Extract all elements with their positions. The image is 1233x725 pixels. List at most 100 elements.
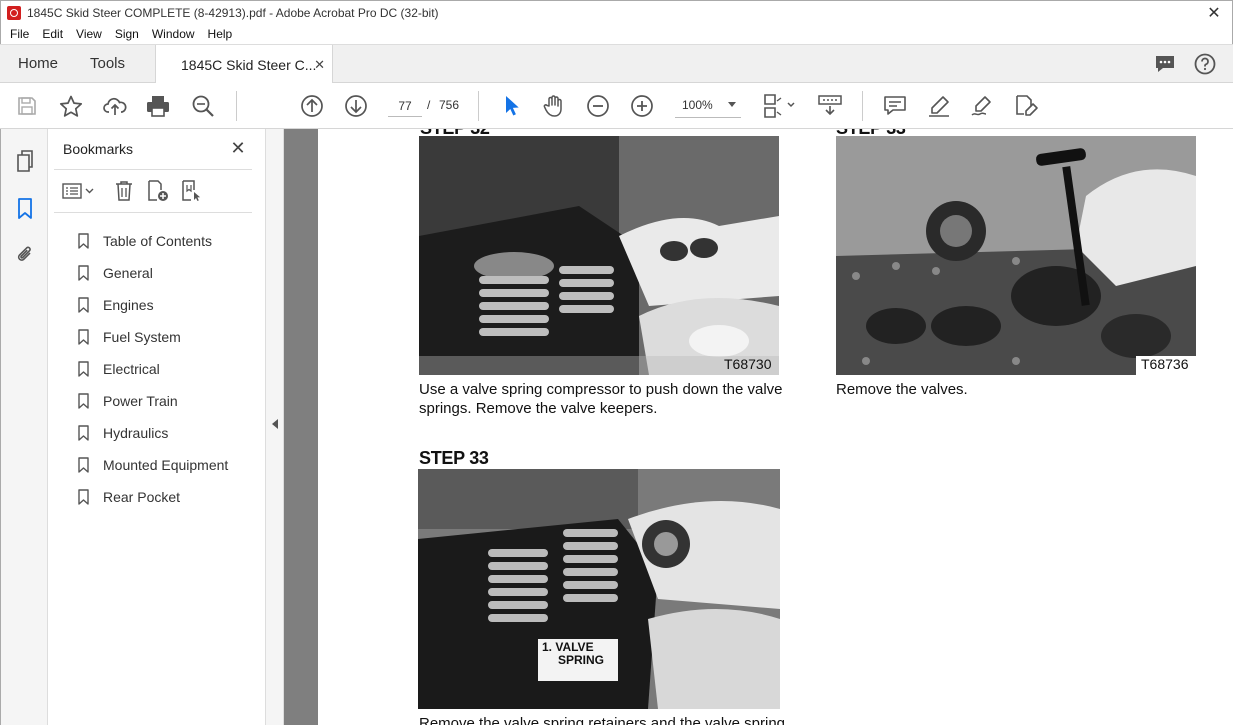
star-icon[interactable] (58, 93, 84, 119)
zoom-in-icon[interactable] (629, 93, 655, 119)
tab-bar: Home Tools 1845C Skid Steer C... ✕ (0, 44, 1233, 84)
toolbar-divider (862, 91, 863, 121)
highlight-icon[interactable] (926, 93, 952, 119)
zoom-search-icon[interactable] (190, 93, 216, 119)
bookmark-list: Table of Contents General Engines Fuel S… (78, 225, 228, 513)
attachment-icon[interactable] (13, 243, 37, 267)
toolbar-divider (236, 91, 237, 121)
collapse-panel-icon[interactable] (272, 419, 278, 429)
bookmark-item-power-train[interactable]: Power Train (78, 385, 228, 417)
bookmarks-title: Bookmarks (63, 141, 134, 157)
step-32-caption-line-2: springs. Remove the valve keepers. (419, 400, 658, 417)
help-icon[interactable] (1194, 53, 1216, 75)
print-icon[interactable] (145, 93, 171, 119)
bookmark-label: General (103, 265, 153, 281)
bookmark-icon (78, 233, 89, 249)
bookmark-label: Rear Pocket (103, 489, 181, 505)
step-33-caption: Remove the valve spring retainers and th… (419, 715, 790, 725)
photo-id-label: T68730 (724, 356, 772, 372)
tab-tools[interactable]: Tools (90, 45, 125, 83)
bookmark-label: Electrical (103, 361, 160, 377)
delete-bookmark-icon[interactable] (112, 179, 136, 203)
menu-view[interactable]: View (76, 27, 102, 41)
step-32-caption-line-1: Use a valve spring compressor to push do… (419, 381, 783, 398)
divider (54, 169, 252, 170)
bookmark-icon[interactable] (13, 197, 37, 221)
main-toolbar: / 756 100% (0, 83, 1233, 129)
new-bookmark-icon[interactable] (146, 179, 170, 203)
document-tab-label: 1845C Skid Steer C... (181, 56, 317, 73)
find-bookmark-icon[interactable] (180, 179, 204, 203)
bookmark-label: Table of Contents (103, 233, 212, 249)
step-32-caption: Use a valve spring compressor to push do… (419, 380, 783, 418)
bookmark-item-electrical[interactable]: Electrical (78, 353, 228, 385)
prev-page-icon[interactable] (299, 93, 325, 119)
step-33-side-photo: T68736 (836, 136, 1196, 375)
window-close-button[interactable]: ✕ (1204, 3, 1224, 23)
bookmark-icon (78, 489, 89, 505)
bookmark-item-general[interactable]: General (78, 257, 228, 289)
title-bar: 1845C Skid Steer COMPLETE (8-42913).pdf … (0, 0, 1233, 24)
step-32-photo: T68730 (419, 136, 779, 375)
menu-help[interactable]: Help (208, 27, 233, 41)
page-fit-icon[interactable] (760, 93, 798, 119)
menu-sign[interactable]: Sign (115, 27, 139, 41)
menu-window[interactable]: Window (152, 27, 195, 41)
close-panel-icon[interactable]: ✕ (228, 138, 248, 159)
window-title: 1845C Skid Steer COMPLETE (8-42913).pdf … (27, 5, 439, 20)
bookmark-icon (78, 457, 89, 473)
callout-line-2: SPRING (558, 653, 605, 667)
comment-icon[interactable] (882, 93, 908, 119)
bookmark-item-hydraulics[interactable]: Hydraulics (78, 417, 228, 449)
bookmark-icon (78, 329, 89, 345)
valve-spring-callout: 1. VALVE SPRING (542, 641, 604, 667)
bookmark-label: Hydraulics (103, 425, 169, 441)
tab-document[interactable]: 1845C Skid Steer C... ✕ (155, 45, 333, 84)
bookmark-item-engines[interactable]: Engines (78, 289, 228, 321)
bookmark-item-mounted-equipment[interactable]: Mounted Equipment (78, 449, 228, 481)
hand-icon[interactable] (541, 93, 567, 119)
sign-icon[interactable] (970, 93, 996, 119)
pages-icon[interactable] (13, 149, 37, 173)
menu-file[interactable]: File (10, 27, 29, 41)
document-viewer[interactable]: STEP 32 (284, 129, 1233, 725)
bookmarks-panel: Bookmarks ✕ Table of Contents General En… (48, 129, 266, 725)
scroll-mode-icon[interactable] (816, 93, 844, 119)
close-tab-icon[interactable]: ✕ (314, 57, 325, 73)
acrobat-logo-icon (7, 5, 21, 20)
step-33-heading: STEP 33 (419, 448, 489, 468)
bookmark-item-fuel-system[interactable]: Fuel System (78, 321, 228, 353)
options-menu-icon[interactable] (60, 179, 98, 203)
menu-edit[interactable]: Edit (42, 27, 63, 41)
page-total: 756 (439, 98, 460, 112)
bookmark-label: Power Train (103, 393, 178, 409)
bookmark-tools (60, 177, 250, 205)
bookmark-item-table-of-contents[interactable]: Table of Contents (78, 225, 228, 257)
zoom-value: 100% (682, 98, 713, 112)
left-rail (0, 129, 48, 725)
bookmark-icon (78, 425, 89, 441)
select-cursor-icon[interactable] (498, 93, 524, 119)
save-icon[interactable] (14, 93, 40, 119)
zoom-level-dropdown[interactable]: 100% (675, 94, 741, 118)
bookmark-icon (78, 297, 89, 313)
bookmark-label: Fuel System (103, 329, 181, 345)
chevron-down-icon (728, 102, 736, 107)
step-33-side-caption: Remove the valves. (836, 381, 968, 398)
tab-home[interactable]: Home (18, 45, 58, 83)
photo-id-label: T68736 (1141, 356, 1189, 372)
next-page-icon[interactable] (343, 93, 369, 119)
page-number-input[interactable] (388, 95, 422, 117)
fill-sign-icon[interactable] (1013, 93, 1039, 119)
zoom-out-icon[interactable] (585, 93, 611, 119)
step-33-photo: 1. VALVE SPRING (418, 469, 780, 709)
bookmark-label: Mounted Equipment (103, 457, 229, 473)
comment-bubble-icon[interactable] (1154, 53, 1176, 75)
upload-icon[interactable] (102, 93, 128, 119)
bookmark-icon (78, 361, 89, 377)
bookmark-item-rear-pocket[interactable]: Rear Pocket (78, 481, 228, 513)
panel-splitter[interactable] (266, 129, 284, 725)
bookmark-label: Engines (103, 297, 154, 313)
bookmark-icon (78, 265, 89, 281)
bookmark-icon (78, 393, 89, 409)
